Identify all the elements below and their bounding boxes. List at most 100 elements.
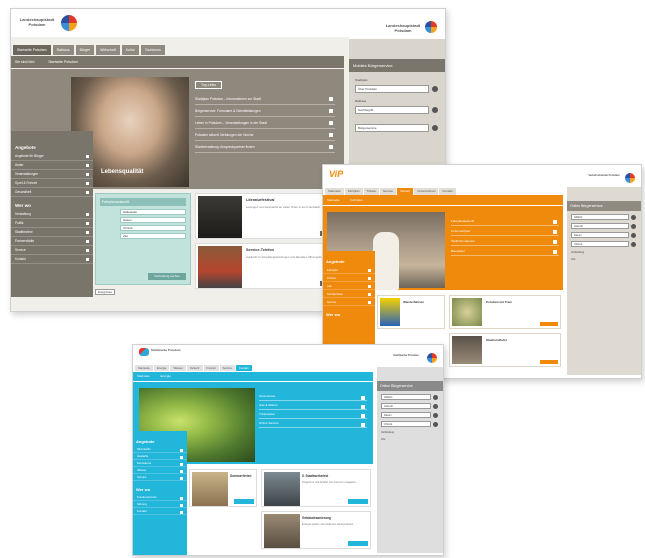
nav-item[interactable]: Service (11, 246, 93, 255)
hero-link[interactable]: Stadtplan Potsdam – Informationen zur St… (195, 93, 335, 105)
tab-item[interactable]: Rathaus (52, 45, 74, 55)
nav-item[interactable]: Politik (11, 219, 93, 228)
nav-item[interactable]: Tickets (323, 274, 375, 282)
nav-item[interactable]: Wasser (133, 467, 187, 474)
vip-logo[interactable]: ViP (329, 169, 343, 179)
nav-item[interactable]: Fahrplan (323, 266, 375, 274)
hero-link[interactable]: Stadtverwaltung: Ansprechpartner finden (195, 141, 335, 153)
nav-item[interactable]: Gesundheit (11, 188, 93, 197)
hero-link[interactable]: Online Service (259, 419, 367, 428)
news-title[interactable]: Literaturfestival (246, 198, 275, 202)
sidebar-select[interactable]: Abfahrt (571, 214, 636, 220)
search-field[interactable]: Ziel (120, 233, 186, 239)
tab-item[interactable]: Verkehr (186, 365, 203, 371)
hero-link[interactable]: Potsdam aktuell: Meldungen der Woche (195, 129, 335, 141)
nav-item[interactable]: Service (133, 474, 187, 481)
sidebar-select[interactable]: Über Potsdam (355, 85, 438, 93)
nav-item[interactable]: Kontakt (11, 255, 93, 264)
sidebar-select[interactable]: Uhrzeit (571, 241, 636, 247)
breadcrumb-link[interactable]: Startseite (327, 198, 340, 202)
more-button[interactable] (540, 360, 558, 364)
promo-title[interactable]: Stadtrundfahrt (486, 338, 507, 342)
nav-item[interactable]: Fernwärme (133, 460, 187, 467)
tab-item[interactable]: Tickets (363, 188, 379, 195)
hero-chip[interactable]: Top-Links (195, 81, 222, 89)
more-button[interactable] (348, 541, 368, 546)
news-title[interactable]: 5. Stadtwerkefest (302, 474, 328, 478)
tab-item[interactable]: Kultur (121, 45, 139, 55)
nav-item[interactable]: Kontakt (133, 508, 187, 515)
hero-link[interactable]: Baustellen (451, 246, 559, 256)
nav-item[interactable]: Sport & Freizeit (11, 179, 93, 188)
promo-title[interactable]: Wanderfahrten (403, 300, 424, 304)
breadcrumb-link[interactable]: Startseite Potsdam (48, 60, 78, 64)
breadcrumb-link[interactable]: Startseite (137, 374, 150, 378)
sidebar-select[interactable]: Suchbegriff (355, 106, 438, 114)
search-field[interactable]: Datum (120, 217, 186, 223)
nav-item[interactable]: Abo (323, 282, 375, 290)
tab-item[interactable]: Tourismus (140, 45, 165, 55)
nav-item[interactable]: Stromtarife (133, 446, 187, 453)
hero-link[interactable]: Leben in Potsdam – Veranstaltungen in de… (195, 117, 335, 129)
stadtwerke-logo-icon[interactable] (139, 348, 149, 356)
tab-item[interactable]: Energie (153, 365, 170, 371)
nav-item[interactable]: Stadtbezirke (11, 228, 93, 237)
more-button[interactable] (234, 499, 254, 504)
more-button[interactable] (348, 499, 368, 504)
breadcrumb-link[interactable]: Fahrplan (351, 198, 363, 202)
breadcrumb-label: Sie sind hier: (15, 60, 36, 64)
hero-link[interactable]: Strompreise (259, 392, 367, 401)
nav-item[interactable]: Partnerstädte (11, 237, 93, 246)
nav-item[interactable]: Verwaltung (11, 210, 93, 219)
sidebar-select[interactable]: Abfahrt (381, 394, 438, 400)
nav-item[interactable]: Veranstaltungen (11, 170, 93, 179)
city-logo-icon[interactable] (61, 15, 77, 31)
tab-item[interactable]: Service (379, 188, 396, 195)
tab-item[interactable]: Service (219, 365, 235, 371)
hero-link[interactable]: Bürgerservice: Formulare & Dienstleistun… (195, 105, 335, 117)
promo-title[interactable]: Potsdam mit Tram (486, 300, 512, 304)
sidebar-select[interactable]: Datum (571, 232, 636, 238)
tab-item[interactable]: Startseite (325, 188, 344, 195)
tab-item[interactable]: Fahrplan (344, 188, 363, 195)
search-field[interactable]: Uhrzeit (120, 225, 186, 231)
tab-item[interactable]: Wirtschaft (96, 45, 120, 55)
breadcrumb-link[interactable]: Energie (161, 374, 171, 378)
sidebar-select[interactable]: Uhrzeit (381, 421, 438, 427)
nav-item[interactable]: Angebote für Bürger (11, 152, 93, 161)
hero-link[interactable]: Gas & Wärme (259, 401, 367, 410)
hero-link[interactable]: Liniennetzplan (451, 226, 559, 236)
news-photo (198, 196, 242, 238)
news-title[interactable]: Sommerferien (230, 474, 251, 478)
nav-item[interactable]: Ämter (11, 161, 93, 170)
hero-link[interactable]: Tarifinformationen (451, 236, 559, 246)
news-title[interactable]: Service-Telefon (246, 248, 274, 252)
tab-item[interactable]: Wasser (170, 365, 186, 371)
nav-item[interactable]: Störung (133, 501, 187, 508)
search-button[interactable]: Verbindung suchen (148, 273, 186, 280)
hero-link[interactable]: Fahrplanauskunft (451, 216, 559, 226)
tab-item[interactable]: Freizeit (203, 365, 219, 371)
tab-item[interactable]: Kontakt (236, 365, 252, 371)
nav-item[interactable]: Service (323, 298, 375, 306)
nav-item[interactable]: Schülerticket (323, 290, 375, 298)
tab-item[interactable]: Unternehmen (414, 188, 439, 195)
news-title[interactable]: Gebäudesanierung (302, 516, 331, 520)
more-button[interactable] (540, 322, 558, 326)
search-field[interactable]: Haltestelle (120, 209, 186, 215)
tab-item[interactable]: Startseite Potsdam (13, 45, 51, 55)
tab-item[interactable]: Kontakt (439, 188, 456, 195)
tab-item[interactable]: Startseite (135, 365, 153, 371)
sidebar-select[interactable]: Ankunft (381, 403, 438, 409)
hero-link[interactable]: Trinkwasser (259, 410, 367, 419)
tab-item[interactable]: Verkehr (396, 188, 414, 195)
header: ViP (323, 165, 563, 187)
sidebar-select[interactable]: Datum (381, 412, 438, 418)
nav-item[interactable]: Kundenzentrum (133, 494, 187, 501)
sidebar-select[interactable]: Ankunft (571, 223, 636, 229)
nav-section-title: Angebote (15, 145, 36, 150)
footer-link[interactable]: Ereignisse (95, 289, 115, 295)
sidebar-select[interactable]: Bürgerservice (355, 124, 438, 132)
tab-item[interactable]: Bürger (75, 45, 95, 55)
nav-item[interactable]: Gastarife (133, 453, 187, 460)
